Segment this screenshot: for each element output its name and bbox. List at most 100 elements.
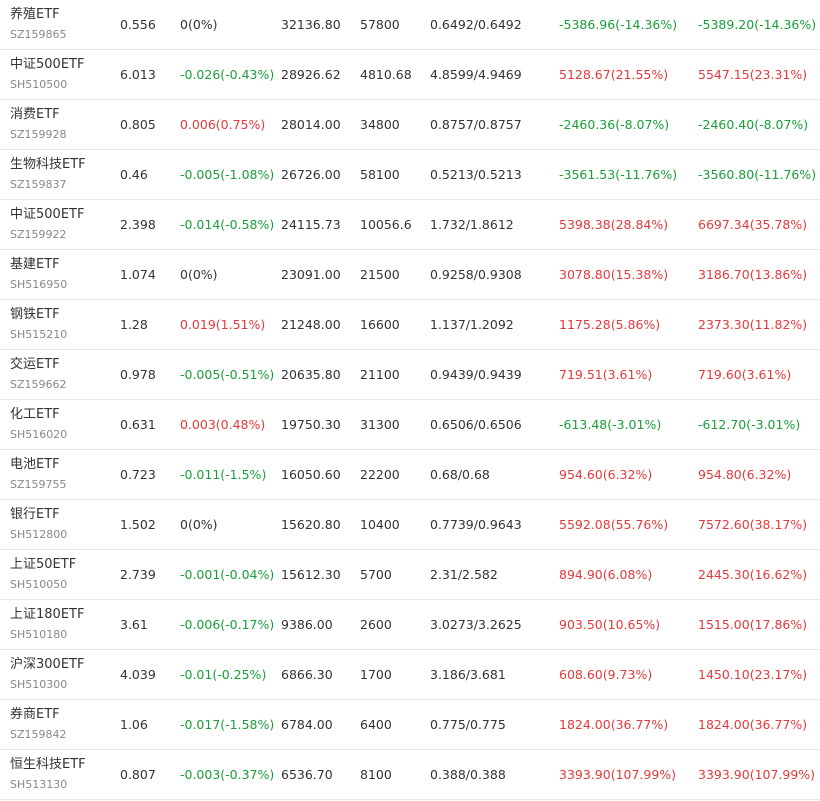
fund-name[interactable]: 银行ETF [10, 506, 60, 524]
fund-cell[interactable]: 恒生科技ETF SH513130 [10, 750, 115, 799]
change-cell: 0(0%) [180, 17, 218, 32]
fund-code: SH510180 [10, 627, 68, 641]
change-cell: -0.001(-0.04%) [180, 567, 275, 582]
flow1-cell: 1175.28(5.86%) [559, 317, 661, 332]
range-cell: 3.0273/3.2625 [430, 617, 522, 632]
fund-code: SH510050 [10, 577, 68, 591]
range-cell: 0.8757/0.8757 [430, 117, 522, 132]
volume-cell: 22200 [360, 467, 400, 482]
flow2-cell: 1824.00(36.77%) [698, 717, 808, 732]
amount-cell: 6866.30 [281, 667, 333, 682]
flow2-cell: 719.60(3.61%) [698, 367, 792, 382]
volume-cell: 2600 [360, 617, 392, 632]
flow1-cell: -3561.53(-11.76%) [559, 167, 678, 182]
fund-name[interactable]: 化工ETF [10, 406, 60, 424]
flow2-cell: 1450.10(23.17%) [698, 667, 808, 682]
price-cell: 1.502 [120, 517, 156, 532]
fund-name[interactable]: 沪深300ETF [10, 656, 84, 674]
fund-name[interactable]: 上证180ETF [10, 606, 84, 624]
range-cell: 0.68/0.68 [430, 467, 490, 482]
fund-name[interactable]: 钢铁ETF [10, 306, 60, 324]
fund-cell[interactable]: 电池ETF SZ159755 [10, 450, 115, 499]
fund-code: SZ159865 [10, 27, 67, 41]
fund-name[interactable]: 生物科技ETF [10, 156, 86, 174]
flow2-cell: 2373.30(11.82%) [698, 317, 808, 332]
table-row[interactable]: 上证180ETF SH510180 3.61 -0.006(-0.17%) 93… [0, 600, 820, 650]
fund-name[interactable]: 消费ETF [10, 106, 60, 124]
fund-cell[interactable]: 沪深300ETF SH510300 [10, 650, 115, 699]
fund-cell[interactable]: 上证50ETF SH510050 [10, 550, 115, 599]
volume-cell: 57800 [360, 17, 400, 32]
change-cell: -0.003(-0.37%) [180, 767, 275, 782]
fund-cell[interactable]: 养殖ETF SZ159865 [10, 0, 115, 49]
table-row[interactable]: 上证50ETF SH510050 2.739 -0.001(-0.04%) 15… [0, 550, 820, 600]
fund-cell[interactable]: 中证500ETF SZ159922 [10, 200, 115, 249]
price-cell: 0.805 [120, 117, 156, 132]
table-row[interactable]: 恒生科技ETF SH513130 0.807 -0.003(-0.37%) 65… [0, 750, 820, 800]
volume-cell: 21100 [360, 367, 400, 382]
fund-name[interactable]: 上证50ETF [10, 556, 76, 574]
range-cell: 0.388/0.388 [430, 767, 506, 782]
table-row[interactable]: 钢铁ETF SH515210 1.28 0.019(1.51%) 21248.0… [0, 300, 820, 350]
fund-code: SZ159928 [10, 127, 67, 141]
flow1-cell: -2460.36(-8.07%) [559, 117, 670, 132]
flow1-cell: 5128.67(21.55%) [559, 67, 669, 82]
amount-cell: 15620.80 [281, 517, 341, 532]
flow2-cell: 3186.70(13.86%) [698, 267, 808, 282]
table-row[interactable]: 中证500ETF SH510500 6.013 -0.026(-0.43%) 2… [0, 50, 820, 100]
fund-name[interactable]: 养殖ETF [10, 6, 60, 24]
flow1-cell: 1824.00(36.77%) [559, 717, 669, 732]
table-row[interactable]: 养殖ETF SZ159865 0.556 0(0%) 32136.80 5780… [0, 0, 820, 50]
table-row[interactable]: 消费ETF SZ159928 0.805 0.006(0.75%) 28014.… [0, 100, 820, 150]
flow2-cell: 1515.00(17.86%) [698, 617, 808, 632]
flow1-cell: 903.50(10.65%) [559, 617, 661, 632]
fund-name[interactable]: 中证500ETF [10, 206, 84, 224]
fund-cell[interactable]: 生物科技ETF SZ159837 [10, 150, 115, 199]
price-cell: 0.723 [120, 467, 156, 482]
volume-cell: 21500 [360, 267, 400, 282]
flow1-cell: 5592.08(55.76%) [559, 517, 669, 532]
flow2-cell: 6697.34(35.78%) [698, 217, 808, 232]
flow1-cell: 954.60(6.32%) [559, 467, 653, 482]
fund-code: SH510500 [10, 77, 68, 91]
fund-cell[interactable]: 化工ETF SH516020 [10, 400, 115, 449]
fund-cell[interactable]: 交运ETF SZ159662 [10, 350, 115, 399]
volume-cell: 1700 [360, 667, 392, 682]
amount-cell: 23091.00 [281, 267, 341, 282]
fund-code: SH512800 [10, 527, 68, 541]
fund-name[interactable]: 中证500ETF [10, 56, 84, 74]
change-cell: 0.006(0.75%) [180, 117, 266, 132]
price-cell: 1.28 [120, 317, 148, 332]
fund-cell[interactable]: 消费ETF SZ159928 [10, 100, 115, 149]
amount-cell: 24115.73 [281, 217, 341, 232]
flow1-cell: 3078.80(15.38%) [559, 267, 669, 282]
volume-cell: 58100 [360, 167, 400, 182]
table-row[interactable]: 化工ETF SH516020 0.631 0.003(0.48%) 19750.… [0, 400, 820, 450]
table-row[interactable]: 生物科技ETF SZ159837 0.46 -0.005(-1.08%) 267… [0, 150, 820, 200]
fund-name[interactable]: 券商ETF [10, 706, 60, 724]
table-row[interactable]: 沪深300ETF SH510300 4.039 -0.01(-0.25%) 68… [0, 650, 820, 700]
fund-cell[interactable]: 上证180ETF SH510180 [10, 600, 115, 649]
fund-cell[interactable]: 基建ETF SH516950 [10, 250, 115, 299]
fund-cell[interactable]: 中证500ETF SH510500 [10, 50, 115, 99]
flow2-cell: 5547.15(23.31%) [698, 67, 808, 82]
volume-cell: 10056.6 [360, 217, 412, 232]
table-row[interactable]: 基建ETF SH516950 1.074 0(0%) 23091.00 2150… [0, 250, 820, 300]
flow2-cell: 2445.30(16.62%) [698, 567, 808, 582]
table-row[interactable]: 银行ETF SH512800 1.502 0(0%) 15620.80 1040… [0, 500, 820, 550]
fund-cell[interactable]: 钢铁ETF SH515210 [10, 300, 115, 349]
table-row[interactable]: 中证500ETF SZ159922 2.398 -0.014(-0.58%) 2… [0, 200, 820, 250]
fund-name[interactable]: 交运ETF [10, 356, 60, 374]
fund-code: SH513130 [10, 777, 68, 791]
table-row[interactable]: 电池ETF SZ159755 0.723 -0.011(-1.5%) 16050… [0, 450, 820, 500]
fund-name[interactable]: 恒生科技ETF [10, 756, 86, 774]
fund-name[interactable]: 电池ETF [10, 456, 60, 474]
fund-cell[interactable]: 券商ETF SZ159842 [10, 700, 115, 749]
flow1-cell: 5398.38(28.84%) [559, 217, 669, 232]
flow1-cell: 608.60(9.73%) [559, 667, 653, 682]
table-row[interactable]: 券商ETF SZ159842 1.06 -0.017(-1.58%) 6784.… [0, 700, 820, 750]
fund-cell[interactable]: 银行ETF SH512800 [10, 500, 115, 549]
fund-name[interactable]: 基建ETF [10, 256, 60, 274]
table-row[interactable]: 交运ETF SZ159662 0.978 -0.005(-0.51%) 2063… [0, 350, 820, 400]
amount-cell: 6536.70 [281, 767, 333, 782]
